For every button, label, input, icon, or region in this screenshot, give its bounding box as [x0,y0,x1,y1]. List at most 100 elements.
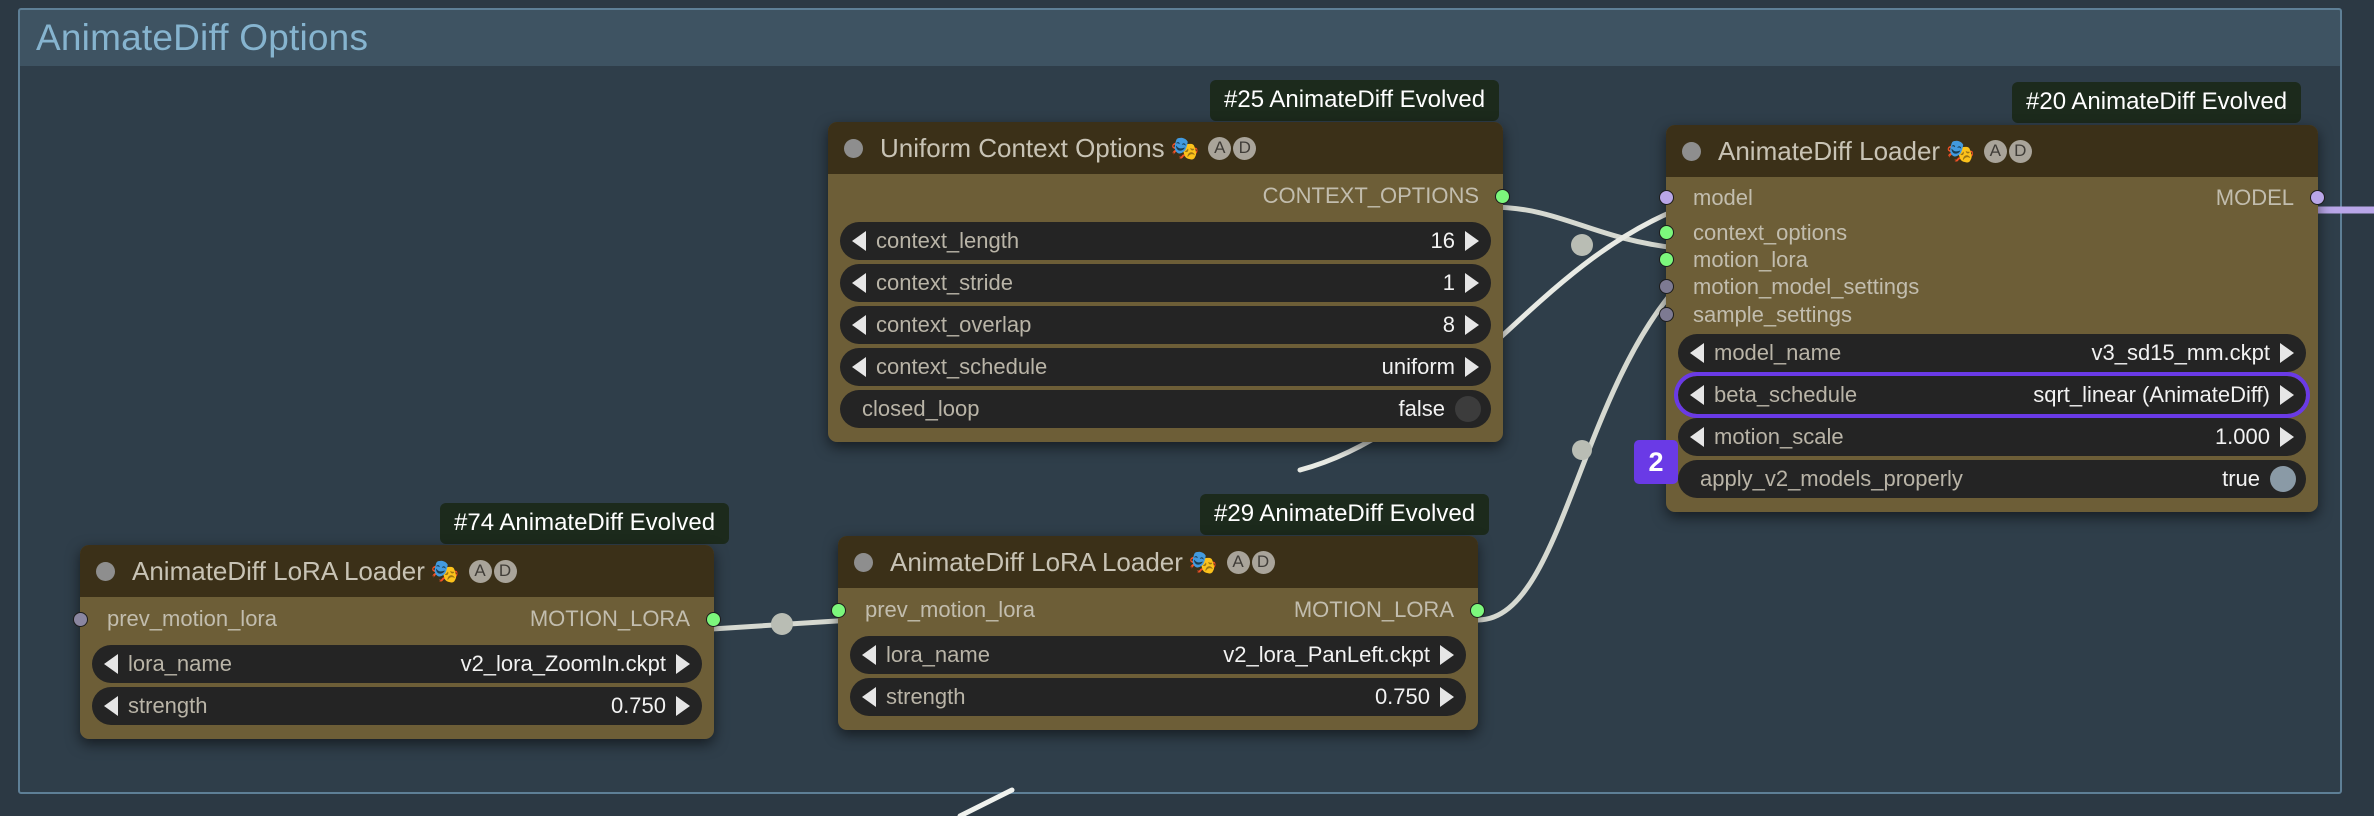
node-animatediff-loader[interactable]: AnimateDiff Loader 🎭 A D model MODEL con… [1659,125,2325,512]
slot-row-model[interactable]: model MODEL [1659,177,2325,219]
increment-arrow-icon[interactable] [2280,427,2294,447]
decrement-arrow-icon[interactable] [862,645,876,665]
input-slot-dot-prev-motion-lora[interactable] [831,603,846,618]
decrement-arrow-icon[interactable] [852,273,866,293]
widget-beta-schedule[interactable]: beta_schedule sqrt_linear (AnimateDiff) [1674,372,2310,418]
theater-masks-icon: 🎭 [1170,134,1200,161]
widget-value[interactable]: 0.750 [611,693,666,719]
node-header[interactable]: Uniform Context Options 🎭 A D [828,122,1503,174]
widget-value[interactable]: v2_lora_PanLeft.ckpt [1223,642,1430,668]
widget-apply-v2-models-properly[interactable]: apply_v2_models_properly true [1678,460,2306,498]
increment-arrow-icon[interactable] [1465,273,1479,293]
widget-label: beta_schedule [1714,382,1858,407]
input-slot-dot-context-options[interactable] [1659,225,1674,240]
widget-strength[interactable]: strength 0.750 [92,687,702,725]
widget-context-length[interactable]: context_length 16 [840,222,1491,260]
decrement-arrow-icon[interactable] [1690,343,1704,363]
output-slot-dot-motion-lora[interactable] [706,612,721,627]
widget-value[interactable]: 0.750 [1375,684,1430,710]
widget-value[interactable]: v3_sd15_mm.ckpt [2091,340,2270,366]
widget-lora-name[interactable]: lora_name v2_lora_PanLeft.ckpt [850,636,1466,674]
decrement-arrow-icon[interactable] [852,357,866,377]
decrement-arrow-icon[interactable] [852,315,866,335]
widget-value[interactable]: v2_lora_ZoomIn.ckpt [461,651,666,677]
decrement-arrow-icon[interactable] [852,231,866,251]
decrement-arrow-icon[interactable] [862,687,876,707]
slot-row-prev-motion-lora[interactable]: prev_motion_lora MOTION_LORA [73,597,721,641]
collapse-dot-icon[interactable] [854,552,873,572]
widget-value[interactable]: false [1399,396,1445,422]
output-slot-dot[interactable] [1495,189,1510,204]
increment-arrow-icon[interactable] [676,654,690,674]
widget-closed-loop[interactable]: closed_loop false [840,390,1491,428]
widget-label: lora_name [128,651,232,676]
increment-arrow-icon[interactable] [2280,343,2294,363]
increment-arrow-icon[interactable] [676,696,690,716]
widget-model-name[interactable]: model_name v3_sd15_mm.ckpt [1678,334,2306,372]
input-slot-label: sample_settings [1693,302,1852,327]
node-header[interactable]: AnimateDiff LoRA Loader 🎭 A D [838,536,1478,588]
input-slot-dot-motion-lora[interactable] [1659,252,1674,267]
input-slot-label: prev_motion_lora [865,597,1035,622]
output-slot-context-options[interactable]: CONTEXT_OPTIONS [828,174,1510,218]
widget-label: context_schedule [876,354,1048,379]
widget-value[interactable]: 1.000 [2215,424,2270,450]
slot-row-context-options[interactable]: context_options [1659,219,2318,246]
node-title-text: AnimateDiff LoRA Loader [890,546,1183,577]
collapse-dot-icon[interactable] [1682,141,1701,161]
slot-row-prev-motion-lora[interactable]: prev_motion_lora MOTION_LORA [831,588,1485,632]
decrement-arrow-icon[interactable] [104,654,118,674]
collapse-dot-icon[interactable] [844,138,863,158]
node-id-badge: #29 AnimateDiff Evolved [1200,494,1490,535]
node-animatediff-lora-loader-74[interactable]: AnimateDiff LoRA Loader 🎭 A D prev_motio… [73,545,721,739]
widget-context-overlap[interactable]: context_overlap 8 [840,306,1491,344]
widget-value[interactable]: 1 [1443,270,1455,296]
node-animatediff-lora-loader-29[interactable]: AnimateDiff LoRA Loader 🎭 A D prev_motio… [831,536,1485,730]
input-slot-dot-sample-settings[interactable] [1659,307,1674,322]
widget-value[interactable]: sqrt_linear (AnimateDiff) [2033,382,2270,408]
widget-label: model_name [1714,340,1842,365]
widget-value[interactable]: 8 [1443,312,1455,338]
widget-label: lora_name [886,642,990,667]
increment-arrow-icon[interactable] [1465,357,1479,377]
widget-value[interactable]: true [2222,466,2260,492]
node-header[interactable]: AnimateDiff LoRA Loader 🎭 A D [80,545,714,597]
toggle-knob-icon[interactable] [2270,466,2296,492]
slot-row-motion-lora[interactable]: motion_lora [1659,246,2318,273]
increment-arrow-icon[interactable] [1440,687,1454,707]
toggle-knob-icon[interactable] [1455,396,1481,422]
input-slot-dot-model[interactable] [1659,190,1674,205]
widget-lora-name[interactable]: lora_name v2_lora_ZoomIn.ckpt [92,645,702,683]
decrement-arrow-icon[interactable] [1690,427,1704,447]
circled-a-icon: A [468,559,492,583]
input-slot-dot-prev-motion-lora[interactable] [73,612,88,627]
slot-row-motion-model-settings[interactable]: motion_model_settings [1659,273,2318,300]
decrement-arrow-icon[interactable] [104,696,118,716]
widget-context-stride[interactable]: context_stride 1 [840,264,1491,302]
increment-arrow-icon[interactable] [1465,315,1479,335]
node-body: prev_motion_lora MOTION_LORA lora_name v… [73,597,721,739]
increment-arrow-icon[interactable] [1465,231,1479,251]
widget-value[interactable]: uniform [1382,354,1455,380]
widget-motion-scale[interactable]: motion_scale 1.000 [1678,418,2306,456]
widget-label: context_overlap [876,312,1032,337]
circled-d-icon: D [2008,139,2032,163]
input-slot-dot-motion-model-settings[interactable] [1659,279,1674,294]
node-title: Uniform Context Options 🎭 A D [880,133,1257,164]
widget-strength[interactable]: strength 0.750 [850,678,1466,716]
node-header[interactable]: AnimateDiff Loader 🎭 A D [1666,125,2318,177]
comfyui-canvas[interactable]: AnimateDiff Options #25 AnimateDiff Evol… [0,0,2374,816]
collapse-dot-icon[interactable] [96,561,115,581]
slot-row-sample-settings[interactable]: sample_settings [1659,300,2318,330]
decrement-arrow-icon[interactable] [1690,385,1704,405]
increment-arrow-icon[interactable] [1440,645,1454,665]
widget-value[interactable]: 16 [1431,228,1455,254]
node-uniform-context-options[interactable]: Uniform Context Options 🎭 A D CONTEXT_OP… [828,122,1510,442]
widget-context-schedule[interactable]: context_schedule uniform [840,348,1491,386]
node-body: CONTEXT_OPTIONS context_length 16 contex… [828,174,1510,442]
circled-d-icon: D [1233,136,1257,160]
node-badge-letters: A D [1983,139,2032,163]
increment-arrow-icon[interactable] [2280,385,2294,405]
output-slot-dot-motion-lora[interactable] [1470,603,1485,618]
output-slot-dot-model[interactable] [2310,190,2325,205]
